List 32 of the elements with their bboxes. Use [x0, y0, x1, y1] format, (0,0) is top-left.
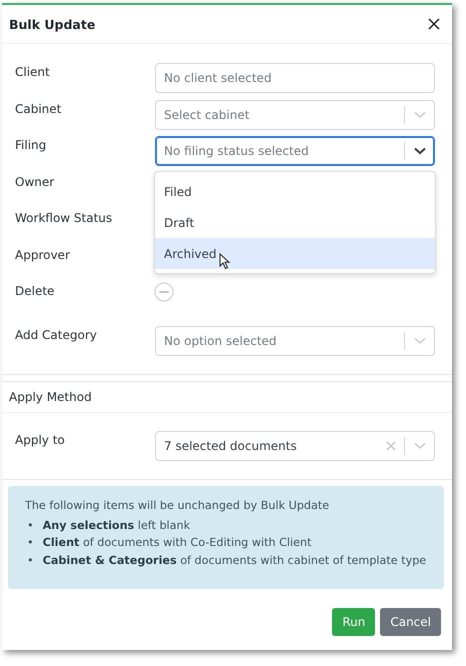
info-heading: The following items will be unchanged by Bulk Update: [25, 498, 330, 512]
minus-circle-icon[interactable]: [154, 282, 174, 302]
clear-icon[interactable]: [386, 440, 396, 450]
chevron-down-icon[interactable]: [414, 147, 426, 155]
field-label: Filing: [15, 137, 48, 152]
cancel-button[interactable]: Cancel: [380, 608, 441, 636]
field-label: Owner: [15, 174, 56, 188]
run-button[interactable]: Run: [332, 608, 376, 636]
info-item: Cabinet & Categories of documents with cabinet of template type: [42, 554, 426, 568]
field-label: Cabinet: [15, 100, 62, 116]
select-field[interactable]: No filing status selected: [155, 136, 435, 166]
mouse-pointer-icon: [219, 253, 231, 270]
bullet: •: [27, 536, 34, 550]
select-field[interactable]: Select cabinet: [155, 100, 435, 130]
field-label: Apply to: [15, 432, 66, 446]
dropdown-option[interactable]: Draft: [155, 207, 435, 238]
field-label: Client: [15, 64, 51, 79]
field-label: Add Category: [15, 327, 98, 342]
field-label: Approver: [15, 246, 71, 262]
input-field[interactable]: No client selected: [155, 63, 435, 93]
select-field[interactable]: No option selected: [155, 326, 435, 356]
info-item: Any selections left blank: [42, 518, 190, 534]
bullet: •: [27, 554, 34, 567]
dropdown-option[interactable]: Archived: [155, 238, 435, 269]
select-field[interactable]: 7 selected documents: [155, 430, 435, 460]
bullet: •: [27, 518, 34, 532]
info-item: Client of documents with Co-Editing with Client: [42, 536, 312, 551]
dialog-title: Bulk Update: [9, 16, 96, 32]
section-title: Apply Method: [9, 390, 92, 404]
field-label: Workflow Status: [15, 210, 114, 225]
dropdown-option[interactable]: Filed: [155, 176, 435, 207]
field-label: Delete: [15, 283, 56, 298]
